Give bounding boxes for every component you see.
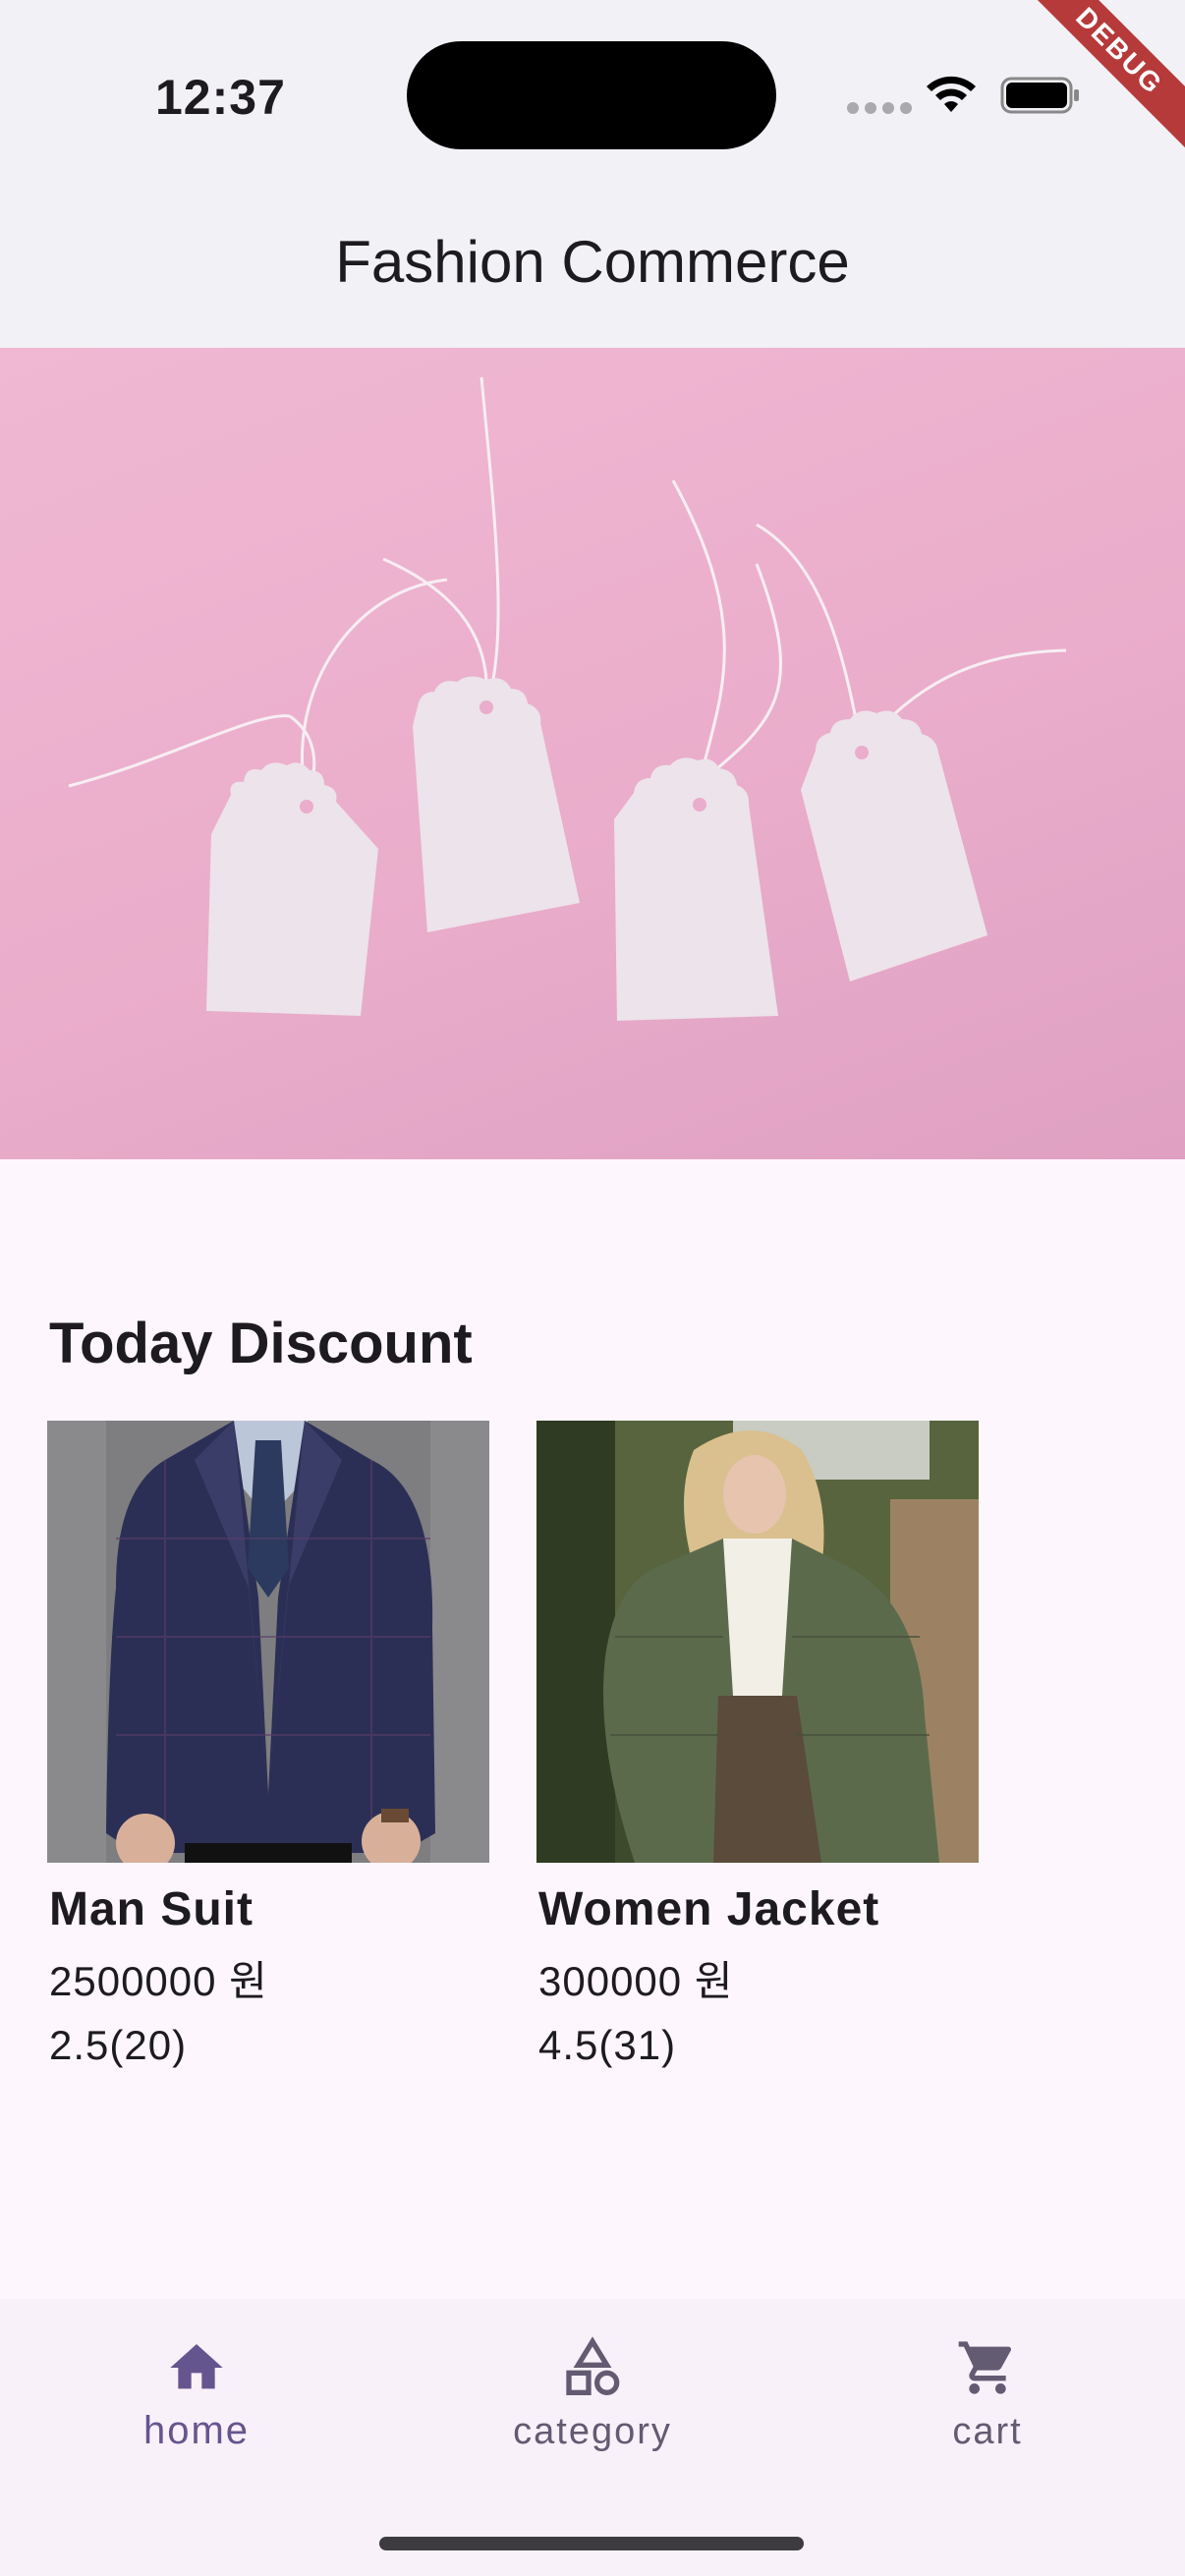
nav-item-home[interactable]: home (49, 2328, 344, 2453)
cellular-signal-icon (847, 102, 912, 114)
product-price: 300000 원 (538, 1958, 734, 2004)
product-rating: 4.5(31) (538, 2022, 677, 2068)
nav-label-category: category (513, 2411, 672, 2452)
battery-icon (1000, 77, 1079, 114)
page-title: Fashion Commerce (335, 229, 850, 295)
cart-icon (958, 2341, 1012, 2394)
nav-item-cart[interactable]: cart (840, 2328, 1135, 2453)
product-name: Women Jacket (538, 1883, 880, 1935)
app-header: 12:37 DEBUG Fashion Commerce (0, 0, 1185, 348)
product-name: Man Suit (49, 1883, 254, 1935)
price-tags-illustration (68, 376, 1067, 1021)
nav-label-cart: cart (952, 2411, 1023, 2452)
category-icon (566, 2336, 620, 2395)
product-image-women-jacket (536, 1421, 979, 1863)
dynamic-island (407, 41, 776, 149)
hero-banner-image[interactable] (0, 348, 1185, 1159)
product-price: 2500000 원 (49, 1958, 268, 2004)
nav-item-category[interactable]: category (445, 2328, 740, 2453)
product-card-man-suit[interactable]: Man Suit 2500000 원 2.5(20) (47, 1421, 489, 2069)
home-indicator[interactable] (379, 2537, 804, 2550)
bottom-navigation-bar: home category cart (0, 2299, 1185, 2576)
section-title-today-discount: Today Discount (49, 1312, 473, 1375)
nav-label-home: home (142, 2409, 251, 2452)
product-rating: 2.5(20) (49, 2022, 188, 2068)
product-card-women-jacket[interactable]: Women Jacket 300000 원 4.5(31) (536, 1421, 979, 2069)
wifi-icon (927, 76, 976, 112)
home-icon (170, 2344, 223, 2389)
product-image-man-suit (47, 1421, 489, 1863)
status-time: 12:37 (155, 70, 286, 125)
